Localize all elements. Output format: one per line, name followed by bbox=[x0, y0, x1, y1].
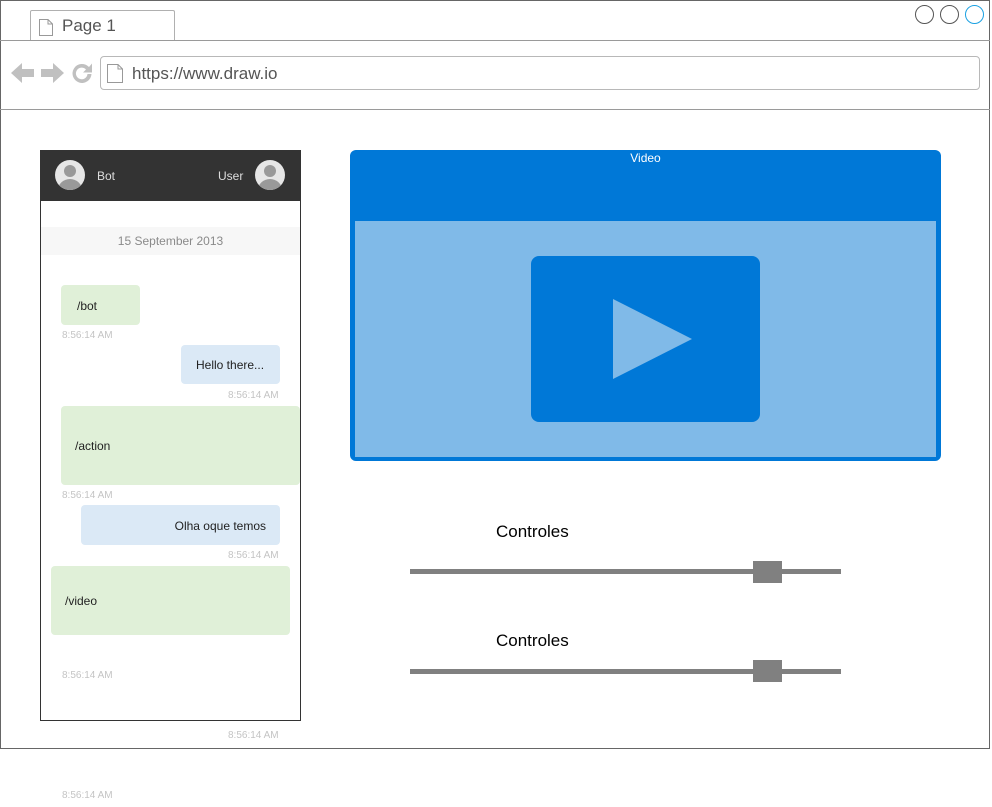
nav-divider bbox=[0, 109, 990, 110]
message-bubble-user[interactable]: Hello there... bbox=[181, 345, 280, 384]
message-bubble-bot[interactable]: /action bbox=[61, 406, 300, 485]
tab-divider bbox=[0, 40, 990, 41]
message-time: 8:56:14 AM bbox=[62, 490, 113, 501]
reload-icon[interactable] bbox=[70, 61, 94, 90]
arrow-left-icon[interactable] bbox=[11, 61, 35, 90]
chat-date: 15 September 2013 bbox=[117, 234, 224, 248]
slider-thumb[interactable] bbox=[753, 660, 782, 682]
message-time: 8:56:14 AM bbox=[228, 550, 279, 561]
bot-name: Bot bbox=[97, 169, 116, 183]
message-bubble-user[interactable]: Olha oque temos bbox=[81, 505, 280, 545]
bot-avatar-icon bbox=[55, 160, 85, 190]
message-time: 8:56:14 AM bbox=[62, 330, 113, 341]
slider-thumb[interactable] bbox=[753, 561, 782, 583]
tab-label: Page 1 bbox=[62, 16, 116, 35]
message-text: /action bbox=[75, 439, 111, 453]
video-screen[interactable] bbox=[355, 221, 936, 457]
message-time: 8:56:14 AM bbox=[62, 670, 113, 681]
page-icon bbox=[107, 64, 123, 88]
message-time: 8:56:14 AM bbox=[228, 730, 279, 741]
date-divider: 15 September 2013 bbox=[41, 227, 300, 255]
page-icon bbox=[39, 19, 53, 41]
video-title: Video bbox=[630, 151, 661, 165]
controls-label: Controles bbox=[496, 631, 569, 650]
tab-page-1[interactable]: Page 1 bbox=[30, 10, 175, 41]
chat-header: Bot User bbox=[40, 150, 301, 201]
video-player[interactable]: Video bbox=[350, 150, 941, 461]
message-text: Hello there... bbox=[196, 358, 265, 372]
control-slider[interactable] bbox=[410, 561, 841, 583]
user-name: User bbox=[218, 169, 244, 183]
user-avatar-icon bbox=[255, 160, 285, 190]
message-bubble-bot[interactable]: /video bbox=[51, 566, 290, 635]
url-text: https://www.draw.io bbox=[132, 64, 278, 83]
address-bar[interactable]: https://www.draw.io bbox=[100, 56, 980, 90]
message-bubble-bot[interactable]: /bot bbox=[61, 285, 140, 325]
message-time: 8:56:14 AM bbox=[62, 790, 113, 801]
controls-label: Controles bbox=[496, 522, 569, 541]
minimize-button[interactable] bbox=[915, 5, 934, 24]
message-text: /bot bbox=[77, 299, 98, 313]
message-time: 8:56:14 AM bbox=[228, 390, 279, 401]
play-button[interactable] bbox=[531, 256, 760, 422]
play-icon bbox=[613, 299, 693, 384]
close-button[interactable] bbox=[965, 5, 984, 24]
message-text: /video bbox=[65, 594, 98, 608]
maximize-button[interactable] bbox=[940, 5, 959, 24]
control-slider[interactable] bbox=[410, 660, 841, 682]
message-text: Olha oque temos bbox=[174, 519, 266, 533]
arrow-right-icon[interactable] bbox=[40, 61, 64, 90]
